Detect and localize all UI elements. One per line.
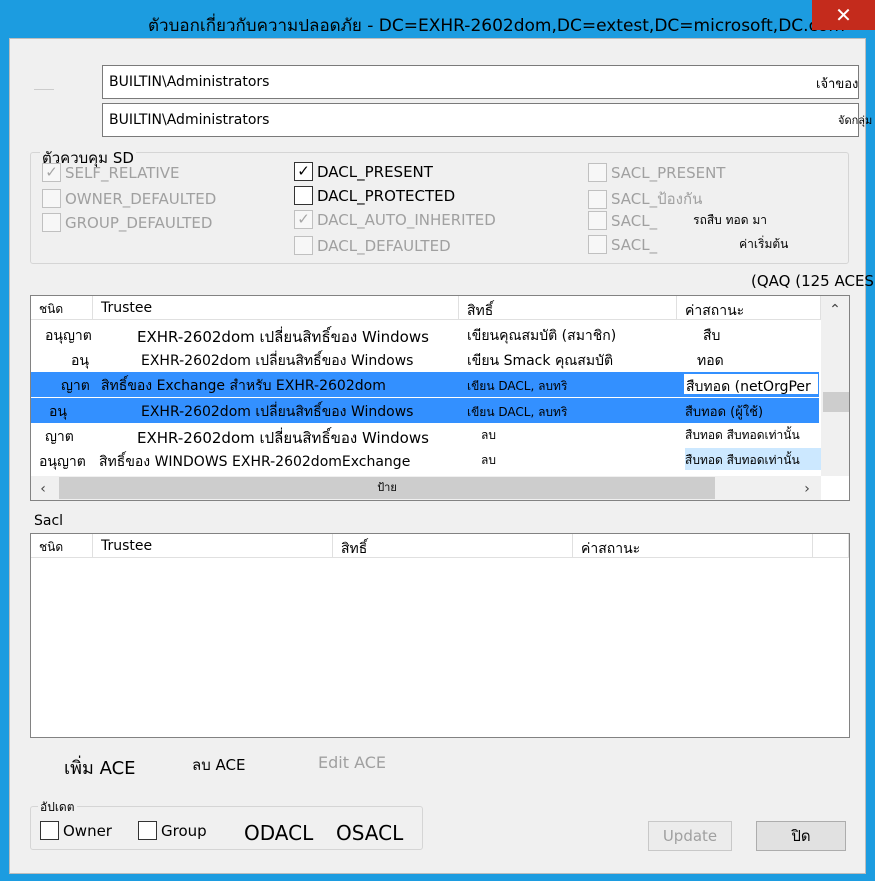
dacl-vertical-scrollbar[interactable]: ⌃ (821, 296, 849, 476)
sacl-defaulted-checkbox[interactable]: SACL_ ค่าเริ่มต้น (588, 235, 788, 254)
owner-label-placeholder (34, 89, 54, 90)
sacl-col-rights[interactable]: สิทธิ์ (333, 534, 573, 558)
checkbox-box: ✓ (42, 163, 61, 182)
add-ace-button[interactable]: เพิ่ม ACE (64, 753, 136, 782)
checkbox-box: ✓ (294, 210, 313, 229)
checkbox-box (138, 821, 157, 840)
checkbox-box (42, 213, 61, 232)
group-side-label: จัดกลุ่ม (838, 114, 873, 127)
dacl-col-trustee[interactable]: Trustee (93, 296, 459, 320)
sacl-list[interactable]: ชนิด Trustee สิทธิ์ ค่าสถานะ (30, 533, 850, 738)
table-row[interactable]: อนุญาต EXHR-2602dom เปลี่ยนสิทธิ์ของ Win… (31, 322, 819, 347)
chevron-left-icon: ‹ (40, 481, 46, 497)
update-osacl-option[interactable]: OSACL (336, 821, 403, 845)
table-row[interactable]: อนุ EXHR-2602dom เปลี่ยนสิทธิ์ของ Window… (31, 347, 819, 372)
dacl-protected-checkbox[interactable]: DACL_PROTECTED (294, 186, 455, 205)
chevron-right-icon: › (804, 481, 810, 497)
sacl-present-checkbox[interactable]: SACL_PRESENT (588, 163, 725, 182)
checkbox-box (294, 236, 313, 255)
dacl-col-rights[interactable]: สิทธิ์ (459, 296, 677, 320)
remove-ace-button[interactable]: ลบ ACE (192, 753, 245, 777)
update-odacl-option[interactable]: ODACL (244, 821, 313, 845)
sacl-col-trustee[interactable]: Trustee (93, 534, 333, 558)
checkbox-box (294, 186, 313, 205)
dacl-col-type[interactable]: ชนิด (31, 296, 93, 320)
owner-defaulted-checkbox[interactable]: OWNER_DEFAULTED (42, 189, 216, 208)
close-button[interactable]: ✕ (812, 0, 875, 30)
scroll-left-button[interactable]: ‹ (31, 477, 55, 499)
sacl-label: Sacl (34, 513, 64, 529)
owner-side-label: เจ้าของ (816, 77, 859, 92)
table-row[interactable]: อนุญาต สิทธิ์ของ WINDOWS EXHR-2602domExc… (31, 448, 845, 473)
scroll-right-button[interactable]: › (795, 477, 819, 499)
dacl-count-label: (QAQ (125 ACES (751, 272, 874, 290)
sacl-col-filler (813, 534, 849, 558)
checkbox-box (588, 189, 607, 209)
checkbox-box (42, 189, 61, 208)
checkbox-box (40, 821, 59, 840)
edit-ace-button[interactable]: Edit ACE (318, 753, 386, 772)
close-dialog-button[interactable]: ปิด (756, 821, 846, 851)
dacl-present-checkbox[interactable]: ✓ DACL_PRESENT (294, 162, 433, 181)
checkbox-box (588, 211, 607, 230)
vertical-scroll-thumb[interactable] (823, 392, 849, 412)
checkbox-box: ✓ (294, 162, 313, 181)
table-row[interactable]: ญาต สิทธิ์ของ Exchange สำหรับ EXHR-2602d… (31, 372, 819, 397)
dacl-col-flags[interactable]: ค่าสถานะ (677, 296, 821, 320)
close-icon: ✕ (835, 3, 852, 27)
update-button[interactable]: Update (648, 821, 732, 851)
sacl-protected-checkbox[interactable]: SACL_ป้องกัน (588, 187, 702, 211)
dacl-list[interactable]: ชนิด Trustee สิทธิ์ ค่าสถานะ อนุญาต EXHR… (30, 295, 850, 501)
self-relative-checkbox[interactable]: ✓ SELF_RELATIVE (42, 163, 180, 182)
group-defaulted-checkbox[interactable]: GROUP_DEFAULTED (42, 213, 212, 232)
owner-field[interactable]: BUILTIN\Administrators (102, 65, 859, 99)
scroll-up-button[interactable]: ⌃ (823, 298, 847, 320)
table-row[interactable]: อนุ EXHR-2602dom เปลี่ยนสิทธิ์ของ Window… (31, 398, 819, 423)
sacl-col-type[interactable]: ชนิด (31, 534, 93, 558)
group-field[interactable]: BUILTIN\Administrators (102, 103, 859, 137)
window-title: ตัวบอกเกี่ยวกับความปลอดภัย - DC=EXHR-260… (148, 16, 845, 36)
update-group-label: อัปเดต (38, 798, 77, 817)
dacl-defaulted-checkbox[interactable]: DACL_DEFAULTED (294, 236, 451, 255)
checkbox-box (588, 163, 607, 182)
dialog-body: BUILTIN\Administrators เจ้าของ BUILTIN\A… (9, 38, 874, 874)
chevron-up-icon: ⌃ (829, 302, 841, 318)
checkbox-box (588, 235, 607, 254)
update-owner-checkbox[interactable]: Owner (40, 821, 112, 840)
dacl-auto-inherited-checkbox[interactable]: ✓ DACL_AUTO_INHERITED (294, 210, 496, 229)
sacl-col-flags[interactable]: ค่าสถานะ (573, 534, 813, 558)
dacl-horizontal-scrollbar[interactable]: ‹ ป้าย › (31, 476, 821, 500)
update-group-checkbox[interactable]: Group (138, 821, 207, 840)
horizontal-scroll-thumb[interactable]: ป้าย (59, 477, 715, 499)
sacl-auto-inherited-checkbox[interactable]: SACL_ รถสืบ ทอด มา (588, 211, 767, 230)
table-row[interactable]: ญาต EXHR-2602dom เปลี่ยนสิทธิ์ของ Window… (31, 423, 819, 448)
